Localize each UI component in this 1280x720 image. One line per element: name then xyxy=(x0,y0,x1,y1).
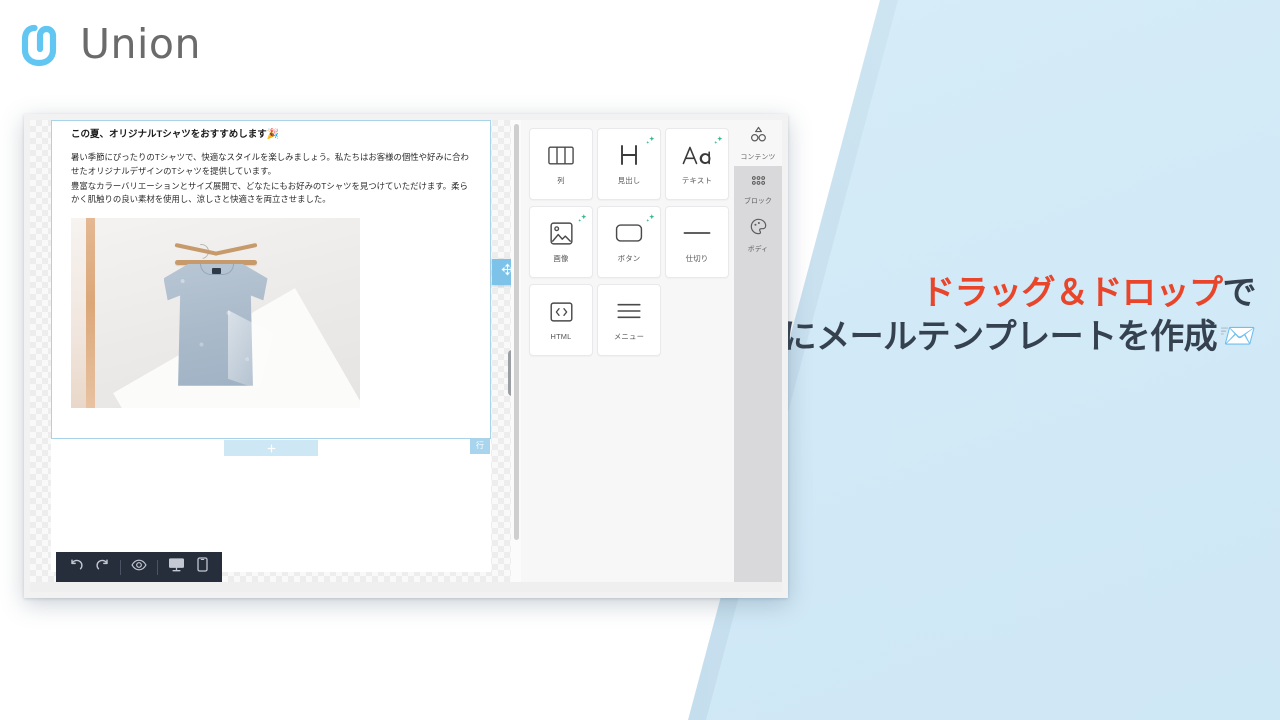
block-label: HTML xyxy=(550,332,572,341)
move-arrows-icon xyxy=(501,263,511,281)
block-card-divider[interactable]: 仕切り xyxy=(665,206,729,278)
desktop-monitor-icon xyxy=(168,557,185,577)
block-palette-panel: 列 見出し テキスト 画像 ボタン 仕切り HTML メニュー コンテンツ ブロ… xyxy=(521,120,782,582)
headline-accent-text: ドラッグ＆ドロップ xyxy=(921,274,1223,312)
desktop-view-button[interactable] xyxy=(166,557,186,577)
tab-label: ブロック xyxy=(744,197,772,205)
block-label: 仕切り xyxy=(685,254,709,263)
headline-line-1: ドラッグ＆ドロップで xyxy=(716,272,1256,316)
tab-block[interactable]: ブロック xyxy=(734,166,782,212)
headline-line-1-tail: で xyxy=(1222,274,1257,312)
text-aa-icon xyxy=(682,142,712,168)
block-card-menu[interactable]: メニュー xyxy=(597,284,661,356)
editor-inner: この夏、オリジナルTシャツをおすすめします🎉 暑い季節にぴったりのTシャツで、快… xyxy=(30,120,782,582)
ai-sparkle-icon xyxy=(713,133,724,144)
sidebar-tab-rail: コンテンツ ブロック ボディ xyxy=(734,120,782,582)
envelope-icon: 📨 xyxy=(1219,320,1256,354)
photo-door-edge xyxy=(71,217,86,408)
headline-line-2-text: 簡単にメールテンプレートを作成 xyxy=(715,317,1218,356)
ai-sparkle-icon xyxy=(645,133,656,144)
toolbar-divider xyxy=(157,559,158,575)
selected-content-block[interactable]: この夏、オリジナルTシャツをおすすめします🎉 暑い季節にぴったりのTシャツで、快… xyxy=(51,120,511,456)
block-card-text[interactable]: テキスト xyxy=(665,128,729,200)
slide-canvas: Union ドラッグ＆ドロップで 簡単にメールテンプレートを作成 📨 この夏、オ… xyxy=(0,0,1280,720)
mail-paragraph-2: 豊富なカラーバリエーションとサイズ展開で、どなたにもお好みのTシャツを見つけてい… xyxy=(71,180,468,205)
tab-label: ボディ xyxy=(747,245,769,253)
hanger-right-arm xyxy=(213,242,257,256)
party-popper-icon: 🎉 xyxy=(266,129,280,140)
mail-heading: この夏、オリジナルTシャツをおすすめします🎉 xyxy=(71,128,471,141)
block-card-html[interactable]: HTML xyxy=(529,284,593,356)
tab-contents[interactable]: コンテンツ xyxy=(734,120,782,166)
mobile-phone-icon xyxy=(196,557,208,577)
block-card-button[interactable]: ボタン xyxy=(597,206,661,278)
mail-body: この夏、オリジナルTシャツをおすすめします🎉 暑い季節にぴったりのTシャツで、快… xyxy=(52,121,490,408)
tab-rail-filler xyxy=(734,258,782,582)
union-paperclip-logo-icon xyxy=(18,18,70,70)
menu-lines-icon xyxy=(616,298,642,324)
headline: ドラッグ＆ドロップで 簡単にメールテンプレートを作成 📨 xyxy=(715,272,1257,360)
block-palette-grid: 列 見出し テキスト 画像 ボタン 仕切り HTML メニュー xyxy=(529,128,734,356)
block-label: 列 xyxy=(557,176,565,185)
block-card-columns[interactable]: 列 xyxy=(529,128,593,200)
block-label: メニュー xyxy=(613,332,645,341)
redo-arrow-icon xyxy=(95,557,110,577)
editor-window: この夏、オリジナルTシャツをおすすめします🎉 暑い季節にぴったりのTシャツで、快… xyxy=(24,114,788,598)
image-icon xyxy=(549,220,573,246)
dots-grid-icon xyxy=(750,174,767,192)
mail-paragraph-1: 暑い季節にぴったりのTシャツで、快適なスタイルを楽しみましょう。私たちはお客様の… xyxy=(71,152,469,176)
tab-body[interactable]: ボディ xyxy=(734,212,782,258)
button-icon xyxy=(615,220,643,246)
divider-icon xyxy=(683,220,711,246)
block-palette-grid-wrap: 列 見出し テキスト 画像 ボタン 仕切り HTML メニュー xyxy=(521,120,734,582)
editor-bottom-toolbar xyxy=(56,552,222,582)
photo-door-frame xyxy=(86,217,95,408)
undo-arrow-icon xyxy=(69,557,84,577)
brand-logo: Union xyxy=(18,18,201,70)
block-label: 画像 xyxy=(553,254,569,263)
brand-name: Union xyxy=(80,19,201,68)
panel-collapse-handle[interactable] xyxy=(508,350,511,396)
block-card-heading[interactable]: 見出し xyxy=(597,128,661,200)
columns-icon xyxy=(548,142,574,168)
ai-sparkle-icon xyxy=(645,211,656,222)
add-block-button[interactable] xyxy=(224,440,318,456)
undo-button[interactable] xyxy=(66,557,86,577)
palette-icon xyxy=(750,218,767,240)
ai-sparkle-icon xyxy=(577,211,588,222)
eye-icon xyxy=(131,558,147,577)
headline-line-2: 簡単にメールテンプレートを作成 📨 xyxy=(715,316,1257,360)
tshirt-tag xyxy=(211,267,221,274)
editor-footer-strip xyxy=(30,582,782,592)
tshirt-photo[interactable] xyxy=(71,217,360,408)
mail-heading-text: この夏、オリジナルTシャツをおすすめします xyxy=(71,129,267,140)
email-canvas[interactable]: この夏、オリジナルTシャツをおすすめします🎉 暑い季節にぴったりのTシャツで、快… xyxy=(30,120,511,582)
tab-label: コンテンツ xyxy=(740,153,776,161)
row-badge[interactable]: 行 xyxy=(470,439,490,454)
block-label: 見出し xyxy=(617,176,641,185)
toolbar-divider xyxy=(120,559,121,575)
code-icon xyxy=(550,299,573,325)
shapes-icon xyxy=(750,126,767,148)
redo-button[interactable] xyxy=(92,557,112,577)
canvas-scrollbar[interactable] xyxy=(511,120,521,582)
block-card-image[interactable]: 画像 xyxy=(529,206,593,278)
mobile-view-button[interactable] xyxy=(192,557,212,577)
preview-button[interactable] xyxy=(129,557,149,577)
plus-icon xyxy=(267,444,276,453)
block-label: テキスト xyxy=(681,176,713,185)
block-move-handle[interactable] xyxy=(492,259,511,285)
block-label: ボタン xyxy=(617,254,641,263)
heading-h-icon xyxy=(619,142,639,168)
canvas-scrollbar-thumb[interactable] xyxy=(514,124,519,540)
